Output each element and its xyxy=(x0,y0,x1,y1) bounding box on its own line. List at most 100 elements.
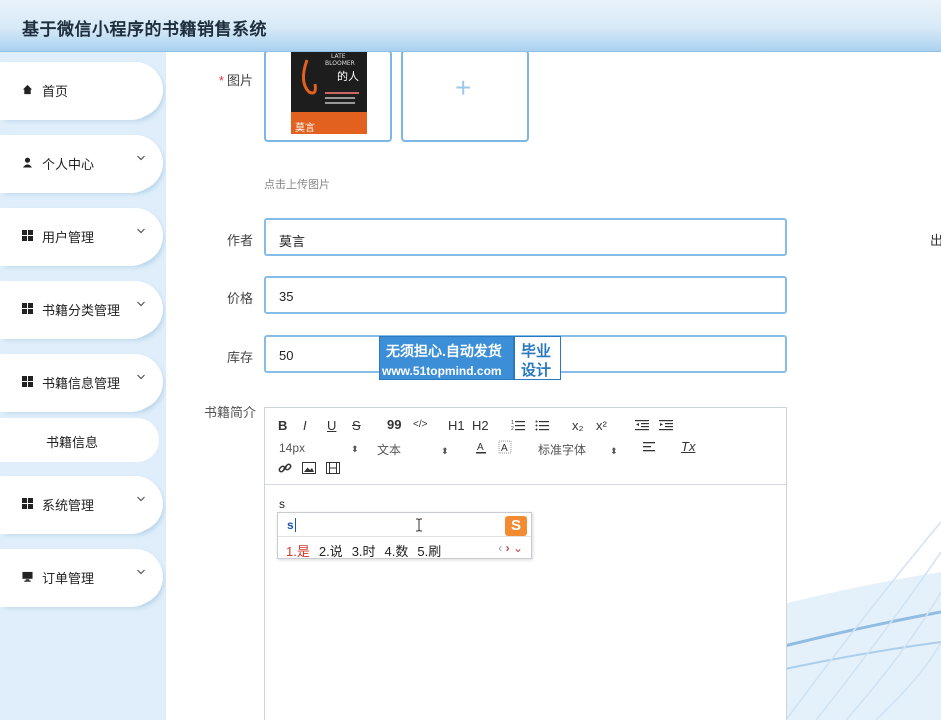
heading1-button[interactable]: H1 xyxy=(448,418,465,433)
ime-input-bar: s S xyxy=(278,513,531,537)
sidebar-item-users[interactable]: 用户管理 xyxy=(0,208,159,264)
image-upload-button[interactable]: + xyxy=(401,52,529,142)
outdent-icon[interactable] xyxy=(635,419,649,431)
watermark-badge-line2: 设计 xyxy=(521,362,552,379)
sogou-logo-icon: S xyxy=(505,516,527,536)
sidebar-item-orders[interactable]: 订单管理 xyxy=(0,549,159,605)
grid-icon xyxy=(22,376,33,387)
superscript-button[interactable]: x² xyxy=(596,418,607,433)
bullet-list-icon[interactable] xyxy=(535,419,549,431)
clear-format-button[interactable]: Tx xyxy=(681,439,695,454)
author-label: 作者 xyxy=(226,233,253,248)
user-icon xyxy=(22,157,33,168)
svg-text:2: 2 xyxy=(511,426,514,431)
main-content: * 图片 LATE BLOOMER 的人 莫言 + 点击上传图片 作者 莫言 价格… xyxy=(166,52,941,720)
font-color-icon[interactable]: A xyxy=(474,440,488,454)
subscript-button[interactable]: x₂ xyxy=(572,418,584,433)
align-icon[interactable] xyxy=(643,441,657,453)
sidebar-item-label: 书籍信息管理 xyxy=(42,376,121,391)
background-color-icon[interactable]: A xyxy=(498,440,512,454)
watermark-badge-line1: 毕业 xyxy=(521,343,552,360)
chevron-down-icon xyxy=(137,155,145,161)
watermark-banner: 无须担心.自动发货 www.51topmind.com 毕业 设计 xyxy=(379,336,561,380)
sidebar: 首页 个人中心 用户管理 书籍分类管理 书籍信息管理 书籍信息 系统管理 订单管… xyxy=(0,52,166,720)
chevron-left-icon[interactable]: ‹ xyxy=(498,541,502,555)
chevron-right-icon[interactable]: › xyxy=(506,541,510,555)
font-family-select[interactable]: 标准字体 ⬍ xyxy=(538,441,618,458)
editor-content[interactable]: s xyxy=(279,497,285,511)
sidebar-item-book-category[interactable]: 书籍分类管理 xyxy=(0,281,159,337)
strikethrough-button[interactable]: S xyxy=(352,418,361,433)
ime-page-nav[interactable]: ‹ › ⌄ xyxy=(498,541,523,555)
svg-text:A: A xyxy=(477,442,484,453)
grid-icon xyxy=(22,498,33,509)
text-type-select[interactable]: 文本 ⬍ xyxy=(377,441,449,458)
bold-button[interactable]: B xyxy=(278,418,287,433)
app-header: 基于微信小程序的书籍销售系统 xyxy=(0,0,941,52)
monitor-icon xyxy=(22,571,33,582)
sidebar-item-label: 系统管理 xyxy=(42,498,95,513)
svg-text:LATE: LATE xyxy=(331,53,346,60)
font-size-select[interactable]: 14px ⬍ xyxy=(279,441,359,455)
sidebar-item-label: 书籍分类管理 xyxy=(42,303,121,318)
chevron-down-icon[interactable]: ⌄ xyxy=(513,541,523,555)
editor-toolbar: B I U S 99 </> H1 H2 12 x₂ x² 14px ⬍ 文本 ⬍ … xyxy=(265,408,786,485)
indent-icon[interactable] xyxy=(659,419,673,431)
sidebar-item-label: 个人中心 xyxy=(42,157,95,172)
text-cursor-icon xyxy=(416,518,422,532)
ime-composition: s xyxy=(287,518,294,532)
sidebar-subitem-book-info[interactable]: 书籍信息 xyxy=(0,418,159,462)
ime-candidate[interactable]: 1.是 xyxy=(286,544,310,559)
link-icon[interactable] xyxy=(278,461,292,475)
code-block-button[interactable]: </> xyxy=(413,419,427,430)
sidebar-item-system[interactable]: 系统管理 xyxy=(0,476,159,532)
ime-candidates: 1.是 2.说 3.时 4.数 5.刷 xyxy=(286,541,450,560)
ime-candidate[interactable]: 4.数 xyxy=(385,544,409,559)
grid-icon xyxy=(22,303,33,314)
uploaded-image-thumbnail[interactable]: LATE BLOOMER 的人 莫言 xyxy=(264,52,392,142)
watermark-line1: 无须担心.自动发货 xyxy=(386,343,502,359)
rich-text-editor[interactable]: B I U S 99 </> H1 H2 12 x₂ x² 14px ⬍ 文本 ⬍ … xyxy=(264,407,787,720)
svg-text:A: A xyxy=(501,443,508,454)
price-input[interactable]: 35 xyxy=(264,276,787,314)
chevron-down-icon xyxy=(137,569,145,575)
book-intro-label: 书籍简介 xyxy=(204,405,257,420)
sidebar-item-personal[interactable]: 个人中心 xyxy=(0,135,159,191)
sidebar-item-label: 订单管理 xyxy=(42,571,95,586)
chevron-down-icon xyxy=(137,301,145,307)
sidebar-subitem-label: 书籍信息 xyxy=(46,435,99,450)
book-cover-image: LATE BLOOMER 的人 莫言 xyxy=(291,52,367,134)
video-icon[interactable] xyxy=(326,462,340,474)
ime-candidate[interactable]: 5.刷 xyxy=(417,544,441,559)
underline-button[interactable]: U xyxy=(327,418,336,433)
svg-text:莫言: 莫言 xyxy=(295,121,315,134)
author-input[interactable]: 莫言 xyxy=(264,218,787,256)
chevron-down-icon xyxy=(137,228,145,234)
svg-text:BLOOMER: BLOOMER xyxy=(325,60,355,67)
plus-icon: + xyxy=(455,72,472,103)
truncated-label: 出 xyxy=(930,233,941,248)
ime-candidate[interactable]: 2.说 xyxy=(319,544,343,559)
italic-button[interactable]: I xyxy=(303,418,307,433)
image-icon[interactable] xyxy=(302,462,316,474)
sidebar-item-home[interactable]: 首页 xyxy=(0,62,159,118)
heading2-button[interactable]: H2 xyxy=(472,418,489,433)
chevron-down-icon xyxy=(137,374,145,380)
svg-text:的人: 的人 xyxy=(337,69,359,83)
price-label: 价格 xyxy=(226,291,253,306)
sidebar-item-label: 用户管理 xyxy=(42,230,95,245)
ime-candidate-popup[interactable]: s S 1.是 2.说 3.时 4.数 5.刷 ‹ › ⌄ xyxy=(277,512,532,559)
stock-label: 库存 xyxy=(226,350,253,365)
ime-candidate[interactable]: 3.时 xyxy=(352,544,376,559)
blockquote-button[interactable]: 99 xyxy=(387,417,401,432)
app-title: 基于微信小程序的书籍销售系统 xyxy=(22,20,267,40)
ordered-list-icon[interactable]: 12 xyxy=(511,419,525,431)
chevron-down-icon xyxy=(137,496,145,502)
image-label: * 图片 xyxy=(218,73,253,88)
ime-caret xyxy=(295,518,296,532)
sidebar-item-book-info-mgmt[interactable]: 书籍信息管理 xyxy=(0,354,159,410)
watermark-badge: 毕业 设计 xyxy=(513,337,560,379)
grid-icon xyxy=(22,230,33,241)
sidebar-item-label: 首页 xyxy=(42,84,69,99)
upload-hint: 点击上传图片 xyxy=(264,179,330,191)
